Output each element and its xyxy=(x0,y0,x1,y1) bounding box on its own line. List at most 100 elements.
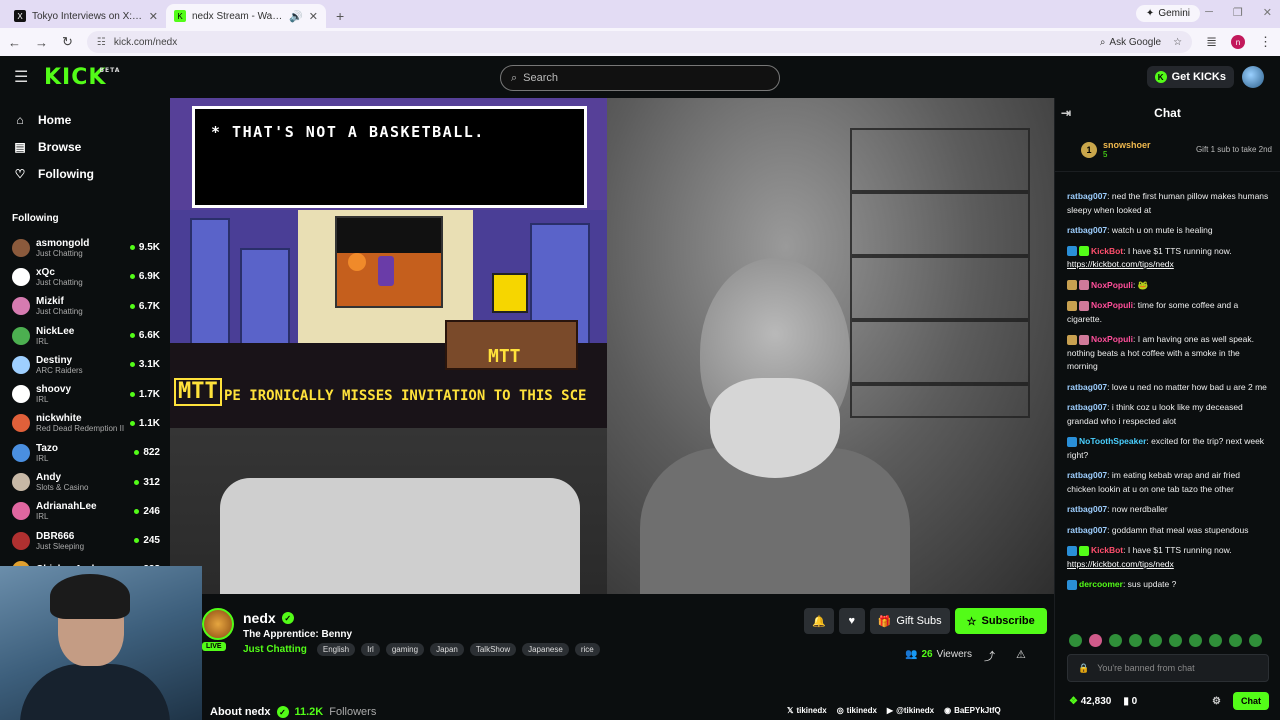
kick-logo[interactable]: KICK BETA xyxy=(44,65,119,90)
tab-kick-nedx[interactable]: K nedx Stream - Watch Live o 🔊 ✕ xyxy=(166,4,326,28)
chat-username[interactable]: NoxPopuli xyxy=(1091,280,1133,290)
emote-icon[interactable] xyxy=(1249,634,1262,647)
chat-link[interactable]: https://kickbot.com/tips/nedx xyxy=(1067,559,1174,569)
url-field[interactable]: ☷ kick.com/nedx ⌕ Ask Google ☆ xyxy=(86,31,1193,53)
chat-username[interactable]: dercoomer xyxy=(1079,579,1123,589)
tag-chip[interactable]: gaming xyxy=(385,643,425,656)
search-input[interactable]: ⌕ Search xyxy=(500,65,780,91)
site-info-icon[interactable]: ☷ xyxy=(97,37,106,48)
media-controls-icon[interactable]: ≣ xyxy=(1206,34,1217,50)
get-kicks-button[interactable]: K Get KICKs xyxy=(1146,66,1234,88)
following-item[interactable]: asmongold Just Chatting 9.5K xyxy=(0,233,170,262)
notification-bell-button[interactable]: 🔔 xyxy=(804,608,834,634)
user-avatar[interactable] xyxy=(1242,66,1264,88)
forward-icon[interactable]: → xyxy=(35,35,48,50)
follow-heart-button[interactable]: ♥ xyxy=(838,608,865,634)
chat-messages[interactable]: ratbag007: ned the first human pillow ma… xyxy=(1055,190,1280,630)
following-item[interactable]: shoovy IRL 1.7K xyxy=(0,379,170,408)
following-item[interactable]: AdrianahLee IRL 246 xyxy=(0,497,170,526)
emote-icon[interactable] xyxy=(1149,634,1162,647)
emote-icon[interactable] xyxy=(1069,634,1082,647)
chat-username[interactable]: ratbag007 xyxy=(1067,525,1107,535)
tag-chip[interactable]: TalkShow xyxy=(469,643,517,656)
gift-subs-button[interactable]: 🎁 Gift Subs xyxy=(869,608,950,634)
tag-chip[interactable]: Japan xyxy=(430,643,464,656)
channel-avatar[interactable] xyxy=(202,608,234,640)
webcam-inset xyxy=(0,566,202,720)
search-icon: ⌕ xyxy=(511,71,518,84)
chat-username[interactable]: NoToothSpeaker xyxy=(1079,436,1146,446)
channel-points[interactable]: ▮ 0 xyxy=(1123,696,1137,707)
top-gifter-name[interactable]: snowshoer xyxy=(1103,140,1151,150)
following-item[interactable]: DBR666 Just Sleeping 245 xyxy=(0,526,170,555)
speaker-icon[interactable]: 🔊 xyxy=(289,10,303,23)
close-tab-icon[interactable]: ✕ xyxy=(149,10,158,23)
chat-username[interactable]: ratbag007 xyxy=(1067,504,1107,514)
sidebar-item-following[interactable]: ♡ Following xyxy=(0,160,170,187)
gift-sub-prompt[interactable]: Gift 1 sub to take 2nd xyxy=(1196,145,1272,154)
chat-username[interactable]: NoxPopuli xyxy=(1091,334,1133,344)
new-tab-button[interactable]: + xyxy=(326,4,354,28)
following-item[interactable]: nickwhite Red Dead Redemption II 1.1K xyxy=(0,409,170,438)
subscribe-button[interactable]: ☆ Subscribe xyxy=(954,608,1047,634)
profile-avatar[interactable]: n xyxy=(1231,35,1245,49)
following-item[interactable]: xQc Just Chatting 6.9K xyxy=(0,262,170,291)
sidebar-item-browse[interactable]: ▤ Browse xyxy=(0,133,170,160)
emote-icon[interactable] xyxy=(1129,634,1142,647)
following-item[interactable]: Andy Slots & Casino 312 xyxy=(0,467,170,496)
minimize-icon[interactable]: ─ xyxy=(1205,6,1213,19)
chat-username[interactable]: ratbag007 xyxy=(1067,470,1107,480)
emote-icon[interactable] xyxy=(1169,634,1182,647)
hamburger-menu-icon[interactable]: ☰ xyxy=(14,67,34,87)
video-player[interactable]: MTT * THAT'S NOT A BASKETBALL. MTT PE IR… xyxy=(170,98,1054,594)
tag-chip[interactable]: rice xyxy=(574,643,600,656)
report-icon[interactable]: ⚠ xyxy=(1016,648,1026,661)
chat-link[interactable]: https://kickbot.com/tips/nedx xyxy=(1067,259,1174,269)
social-link-discord[interactable]: ◉ BaEPYkJtfQ xyxy=(944,706,1001,715)
chat-username[interactable]: NoxPopuli xyxy=(1091,300,1133,310)
tag-chip[interactable]: Irl xyxy=(361,643,380,656)
close-tab-icon[interactable]: ✕ xyxy=(309,10,318,23)
emote-icon[interactable] xyxy=(1229,634,1242,647)
category-link[interactable]: Just Chatting xyxy=(243,644,307,655)
chat-message: NoxPopuli: time for some coffee and a ci… xyxy=(1067,300,1239,324)
ask-google-button[interactable]: ⌕ Ask Google xyxy=(1100,37,1161,48)
chat-username[interactable]: ratbag007 xyxy=(1067,191,1107,201)
sidebar-item-home[interactable]: ⌂ Home xyxy=(0,106,170,133)
tab-x-tokyo-interviews[interactable]: X Tokyo Interviews on X: "@callis ✕ xyxy=(6,4,166,28)
chat-username[interactable]: ratbag007 xyxy=(1067,402,1107,412)
chat-send-button[interactable]: Chat xyxy=(1233,692,1269,710)
gemini-button[interactable]: ✦ Gemini xyxy=(1135,5,1200,22)
social-link-youtube[interactable]: ▶ @tikinedx xyxy=(887,706,934,715)
channel-name[interactable]: nedx ✓ xyxy=(243,610,294,626)
chat-badge-icon xyxy=(1067,436,1077,447)
chat-header: ⇥ Chat xyxy=(1055,98,1280,128)
bookmark-star-icon[interactable]: ☆ xyxy=(1173,37,1182,48)
settings-gear-icon[interactable]: ⚙ xyxy=(1212,696,1221,707)
close-window-icon[interactable]: ✕ xyxy=(1263,6,1272,19)
chat-username[interactable]: KickBot xyxy=(1091,545,1123,555)
tag-chip[interactable]: Japanese xyxy=(522,643,569,656)
following-item[interactable]: NickLee IRL 6.6K xyxy=(0,321,170,350)
menu-kebab-icon[interactable]: ⋮ xyxy=(1259,34,1272,50)
back-icon[interactable]: ← xyxy=(8,35,21,50)
following-item[interactable]: Destiny ARC Raiders 3.1K xyxy=(0,350,170,379)
following-item[interactable]: Mizkif Just Chatting 6.7K xyxy=(0,292,170,321)
emote-icon[interactable] xyxy=(1109,634,1122,647)
maximize-icon[interactable]: ❐ xyxy=(1233,6,1243,19)
kicks-balance[interactable]: ❖ 42,830 xyxy=(1069,696,1111,707)
reload-icon[interactable]: ↻ xyxy=(62,34,73,50)
emote-icon[interactable] xyxy=(1209,634,1222,647)
chat-input[interactable]: 🔒 You're banned from chat xyxy=(1067,654,1269,682)
collapse-chat-icon[interactable]: ⇥ xyxy=(1061,106,1071,120)
chat-username[interactable]: KickBot xyxy=(1091,246,1123,256)
share-icon[interactable]: ⤴ xyxy=(984,648,995,664)
emote-icon[interactable] xyxy=(1089,634,1102,647)
following-item[interactable]: Tazo IRL 822 xyxy=(0,438,170,467)
social-link-x[interactable]: 𝕏tikinedx xyxy=(787,706,827,715)
tag-chip[interactable]: English xyxy=(316,643,356,656)
chat-username[interactable]: ratbag007 xyxy=(1067,225,1107,235)
chat-username[interactable]: ratbag007 xyxy=(1067,382,1107,392)
emote-icon[interactable] xyxy=(1189,634,1202,647)
social-link-instagram[interactable]: ◎ tikinedx xyxy=(837,706,877,715)
